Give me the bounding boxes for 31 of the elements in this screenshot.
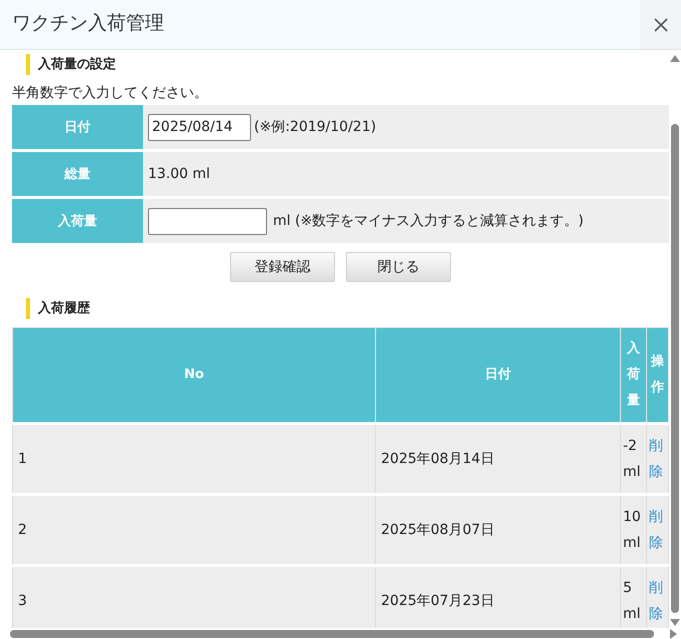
table-cell: 2	[12, 494, 376, 566]
table-cell: 2025年08月07日	[376, 494, 620, 566]
close-icon	[654, 18, 668, 32]
amount-field[interactable]	[148, 208, 267, 234]
date-hint: (※例:2019/10/21)	[254, 118, 376, 136]
table-cell: 3	[12, 566, 376, 628]
column-header: No	[12, 328, 376, 424]
confirm-button[interactable]: 登録確認	[230, 252, 335, 282]
date-field[interactable]: 2025/08/14	[148, 114, 251, 140]
total-value: 13.00 ml	[148, 166, 210, 182]
table-cell: 10 ml	[620, 494, 646, 566]
section-heading: 入荷量の設定	[26, 54, 669, 75]
field-label: 入荷量	[12, 199, 143, 243]
field-label: 日付	[12, 105, 143, 149]
scroll-up-icon[interactable]	[670, 55, 680, 62]
dialog-title: ワクチン入荷管理	[11, 11, 165, 36]
scroll-down-icon[interactable]	[670, 619, 680, 626]
column-header: 操作	[646, 328, 668, 424]
close-dialog-button[interactable]: 閉じる	[346, 252, 451, 282]
field-label: 総量	[12, 152, 143, 196]
close-button[interactable]	[640, 0, 681, 49]
table-cell: -2 ml	[620, 424, 646, 494]
amount-hint: ml (※数字をマイナス入力すると減算されます。)	[273, 212, 584, 230]
table-cell: 1	[12, 424, 376, 494]
instruction-text: 半角数字で入力してください。	[12, 84, 209, 102]
table-cell: 2025年08月14日	[376, 424, 620, 494]
column-header: 入荷量	[620, 328, 646, 424]
table-cell: 2025年07月23日	[376, 566, 620, 628]
scroll-right-icon[interactable]	[670, 628, 677, 638]
table-cell: 5 ml	[620, 566, 646, 628]
column-header: 日付	[376, 328, 620, 424]
